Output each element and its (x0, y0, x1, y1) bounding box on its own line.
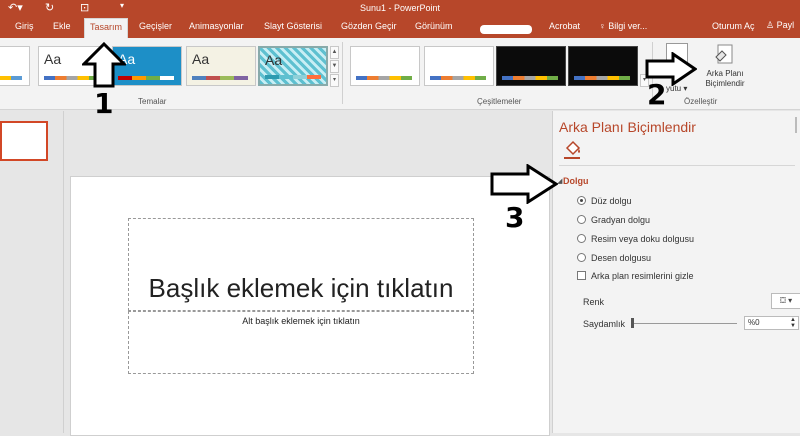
transparency-input[interactable]: %0 ▲ ▼ (744, 316, 799, 330)
tab-animasyonlar[interactable]: Animasyonlar (189, 21, 244, 31)
paint-bucket-icon: ⛋ (779, 296, 786, 305)
tab-tasarim[interactable]: Tasarım (84, 18, 129, 38)
themes-scroll-up[interactable]: ▲ (330, 46, 339, 59)
variant-thumb-1[interactable] (350, 46, 420, 86)
subtitle-placeholder[interactable]: Alt başlık eklemek için tıklatın (128, 311, 474, 374)
transparency-slider-track[interactable] (631, 323, 737, 324)
slide-thumbnail-pane (0, 111, 64, 433)
lightbulb-icon: ♀ (599, 21, 609, 31)
spinner-icon[interactable]: ▲ ▼ (790, 317, 796, 329)
annotation-number-1: 1 (94, 87, 114, 120)
tab-gorunum[interactable]: Görünüm (415, 21, 453, 31)
title-placeholder-text: Başlık eklemek için tıklatın (148, 273, 454, 303)
color-label: Renk (583, 297, 605, 307)
fill-bucket-icon[interactable] (564, 139, 582, 157)
solid-fill-option[interactable]: Düz dolgu (577, 196, 632, 206)
hide-background-graphics-option[interactable]: Arka plan resimlerini gizle (577, 271, 694, 281)
radio-button[interactable] (577, 215, 586, 224)
fill-tab-indicator (564, 157, 580, 159)
variant-thumb-4[interactable] (568, 46, 638, 86)
variant-thumb-3[interactable] (496, 46, 566, 86)
annotation-up-arrow (82, 42, 126, 88)
redacted-tab (480, 25, 532, 34)
themes-group-label: Temalar (138, 97, 167, 106)
radio-button[interactable] (577, 253, 586, 262)
tell-me-box[interactable]: ♀ Bilgi ver... (599, 21, 647, 31)
picture-fill-option[interactable]: Resim veya doku dolgusu (577, 234, 694, 244)
radio-button[interactable] (577, 234, 586, 243)
tab-gecisler[interactable]: Geçişler (139, 21, 172, 31)
pane-title: Arka Planı Biçimlendir (559, 119, 696, 135)
gradient-fill-option[interactable]: Gradyan dolgu (577, 215, 650, 225)
tab-slayt-gosterisi[interactable]: Slayt Gösterisi (264, 21, 322, 31)
themes-scroll-down[interactable]: ▼ (330, 60, 339, 73)
color-picker-button[interactable]: ⛋ ▾ (771, 293, 800, 309)
annotation-number-2: 2 (647, 78, 667, 111)
theme-thumb-0[interactable] (0, 46, 30, 86)
themes-more[interactable]: ▾ (330, 74, 339, 87)
theme-thumb-pattern[interactable]: Aa (258, 46, 328, 86)
fill-section-header[interactable]: Dolgu (563, 176, 589, 186)
theme-thumb-cream[interactable]: Aa (186, 46, 256, 86)
transparency-label: Saydamlık (583, 319, 626, 329)
format-background-icon[interactable] (714, 43, 734, 67)
checkbox[interactable] (577, 271, 586, 280)
tab-acrobat[interactable]: Acrobat (549, 21, 580, 31)
person-icon: ♙ (766, 20, 777, 30)
transparency-slider-handle[interactable] (631, 318, 634, 328)
format-background-pane: Arka Planı Biçimlendir ◢ Dolgu Düz dolgu… (552, 111, 800, 433)
ribbon-tabs: Giriş Ekle Tasarım Geçişler Animasyonlar… (0, 16, 800, 38)
annotation-number-3: 3 (505, 201, 525, 234)
subtitle-placeholder-text: Alt başlık eklemek için tıklatın (242, 316, 360, 326)
tab-ekle[interactable]: Ekle (53, 21, 71, 31)
share-button[interactable]: ♙ Payl (766, 20, 794, 31)
pattern-fill-option[interactable]: Desen dolgusu (577, 253, 651, 263)
title-placeholder[interactable]: Başlık eklemek için tıklatın (128, 218, 474, 311)
tab-giris[interactable]: Giriş (15, 21, 34, 31)
customize-group-label: Özelleştir (684, 97, 718, 106)
slide-thumbnail-1[interactable] (0, 121, 48, 161)
group-divider (342, 42, 343, 104)
title-bar: ↶▾ ↻ ⊡ ▾ Sunu1 - PowerPoint (0, 0, 800, 16)
annotation-right-arrow (490, 164, 558, 204)
radio-button-selected[interactable] (577, 196, 586, 205)
variants-group-label: Çeşitlemeler (477, 97, 522, 106)
variant-thumb-2[interactable] (424, 46, 494, 86)
tab-gozden-gecir[interactable]: Gözden Geçir (341, 21, 397, 31)
pane-divider (559, 165, 795, 166)
sign-in-link[interactable]: Oturum Aç (712, 21, 755, 31)
slide-canvas[interactable]: Başlık eklemek için tıklatın Alt başlık … (70, 176, 550, 436)
format-background-button[interactable]: Arka Planı Biçimlendir (696, 69, 754, 89)
pane-scrollbar[interactable] (795, 117, 797, 133)
window-title: Sunu1 - PowerPoint (359, 3, 441, 13)
